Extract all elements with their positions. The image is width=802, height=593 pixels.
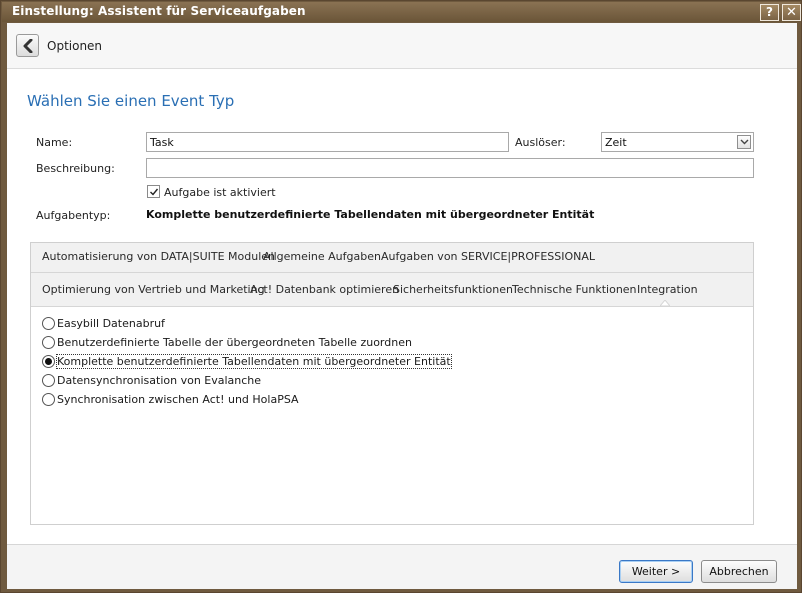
name-field[interactable]: Task <box>146 132 509 152</box>
radio-easybill[interactable] <box>42 317 55 330</box>
dropdown-arrow-button[interactable] <box>737 135 751 149</box>
dialog-window: Einstellung: Assistent für Serviceaufgab… <box>0 0 802 593</box>
tab-technical[interactable]: Technische Funktionen <box>512 283 637 296</box>
tab-security[interactable]: Sicherheitsfunktionen <box>393 283 513 296</box>
tasktype-value: Komplette benutzerdefinierte Tabellendat… <box>146 208 595 221</box>
cancel-button[interactable]: Abbrechen <box>701 560 777 583</box>
option-complete-custom-table[interactable]: Komplette benutzerdefinierte Tabellendat… <box>56 354 452 369</box>
name-label: Name: <box>36 136 73 149</box>
tab-integration[interactable]: Integration <box>637 283 698 296</box>
button-bar: Weiter > Abbrechen <box>7 544 797 589</box>
page-title: Wählen Sie einen Event Typ <box>27 92 235 110</box>
tab-sales-marketing[interactable]: Optimierung von Vertrieb und Marketing <box>42 283 265 296</box>
option-easybill[interactable]: Easybill Datenabruf <box>57 317 165 330</box>
radio-evalanche-sync[interactable] <box>42 374 55 387</box>
trigger-select[interactable]: Zeit <box>601 132 754 152</box>
description-label: Beschreibung: <box>36 162 115 175</box>
breadcrumb-label: Optionen <box>47 39 103 53</box>
tab-general-tasks[interactable]: Allgemeine Aufgaben <box>263 250 381 263</box>
dialog-content: Optionen Wählen Sie einen Event Typ Name… <box>7 23 797 589</box>
tab-row-2: Optimierung von Vertrieb und Marketing A… <box>31 273 753 307</box>
help-button[interactable]: ? <box>760 4 779 21</box>
tab-act-database[interactable]: Act! Datenbank optimieren <box>250 283 399 296</box>
active-tab-indicator <box>660 300 670 306</box>
option-holapsa-sync[interactable]: Synchronisation zwischen Act! und HolaPS… <box>57 393 299 406</box>
description-field[interactable] <box>146 158 754 178</box>
trigger-value: Zeit <box>605 136 627 149</box>
tab-row-1: Automatisierung von DATA|SUITE Modulen A… <box>31 243 753 273</box>
option-custom-table-mapping[interactable]: Benutzerdefinierte Tabelle der übergeord… <box>57 336 412 349</box>
tab-service-professional[interactable]: Aufgaben von SERVICE|PROFESSIONAL <box>381 250 595 263</box>
title-bar[interactable]: Einstellung: Assistent für Serviceaufgab… <box>2 2 801 22</box>
close-button[interactable]: ✕ <box>782 4 801 21</box>
navigation-bar: Optionen <box>7 23 797 69</box>
radio-custom-table-mapping[interactable] <box>42 336 55 349</box>
option-evalanche-sync[interactable]: Datensynchronisation von Evalanche <box>57 374 261 387</box>
back-arrow-icon <box>23 39 33 53</box>
checkmark-icon <box>150 188 159 196</box>
radio-complete-custom-table[interactable] <box>42 355 55 368</box>
window-title: Einstellung: Assistent für Serviceaufgab… <box>12 4 306 18</box>
active-checkbox[interactable] <box>147 185 160 198</box>
active-checkbox-label[interactable]: Aufgabe ist aktiviert <box>164 186 276 199</box>
tasktype-label: Aufgabentyp: <box>36 209 111 222</box>
trigger-label: Auslöser: <box>515 136 566 149</box>
next-button[interactable]: Weiter > <box>619 560 693 583</box>
tab-data-suite-automation[interactable]: Automatisierung von DATA|SUITE Modulen <box>42 250 275 263</box>
chevron-down-icon <box>740 139 749 145</box>
task-category-tabs: Automatisierung von DATA|SUITE Modulen A… <box>30 242 754 525</box>
back-button[interactable] <box>16 34 39 57</box>
radio-holapsa-sync[interactable] <box>42 393 55 406</box>
